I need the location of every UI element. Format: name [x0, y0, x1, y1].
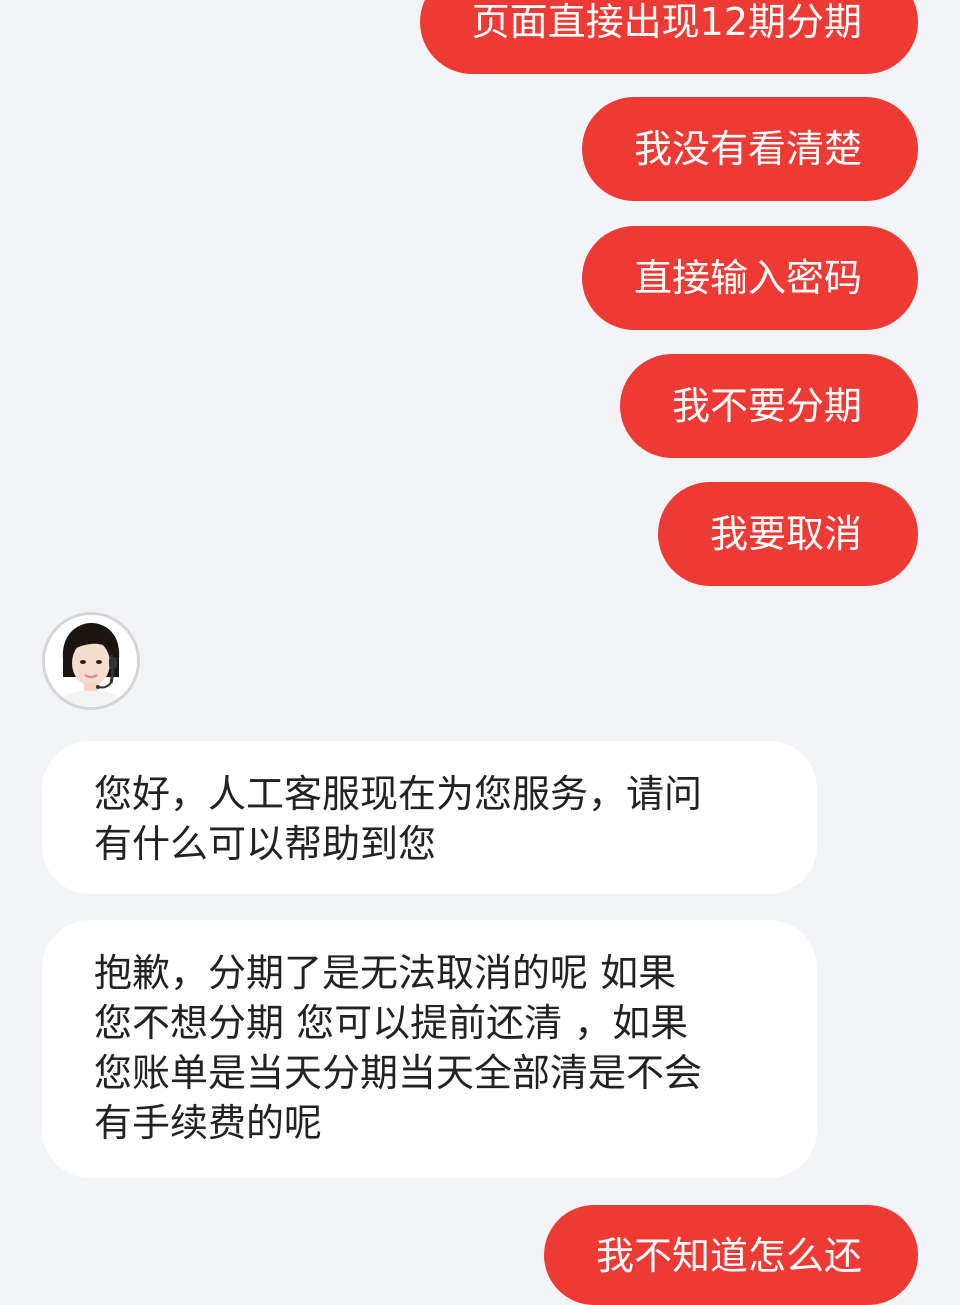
agent-avatar-icon [45, 615, 137, 707]
received-message: 抱歉，分期了是无法取消的呢 如果 您不想分期 您可以提前还清 ，如果 您账单是当… [42, 920, 817, 1178]
sent-message: 我不知道怎么还 [543, 1205, 918, 1305]
sent-message: 页面直接出现12期分期 [419, 0, 918, 74]
message-text: 我没有看清楚 [633, 127, 862, 171]
message-text-line: 抱歉，分期了是无法取消的呢 如果 [94, 951, 677, 995]
message-text: 我不要分期 [671, 384, 862, 428]
sent-message: 直接输入密码 [581, 226, 918, 330]
message-text: 我不知道怎么还 [595, 1234, 862, 1278]
sent-message: 我没有看清楚 [581, 97, 918, 201]
message-text-line: 有手续费的呢 [94, 1101, 323, 1145]
message-text-line: 您不想分期 您可以提前还清 ，如果 [94, 1001, 689, 1045]
received-message: 您好，人工客服现在为您服务，请问 有什么可以帮助到您 [42, 741, 817, 894]
message-text-line: 您好，人工客服现在为您服务，请问 [94, 772, 703, 816]
sent-message: 我不要分期 [619, 354, 918, 458]
message-text-line: 您账单是当天分期当天全部清是不会 [94, 1051, 703, 1095]
message-text-line: 有什么可以帮助到您 [94, 822, 437, 866]
message-text: 我要取消 [709, 512, 862, 556]
message-text: 页面直接出现12期分期 [471, 0, 862, 44]
sent-message: 我要取消 [657, 482, 918, 586]
message-text: 直接输入密码 [633, 256, 862, 300]
agent-avatar[interactable] [42, 612, 140, 710]
